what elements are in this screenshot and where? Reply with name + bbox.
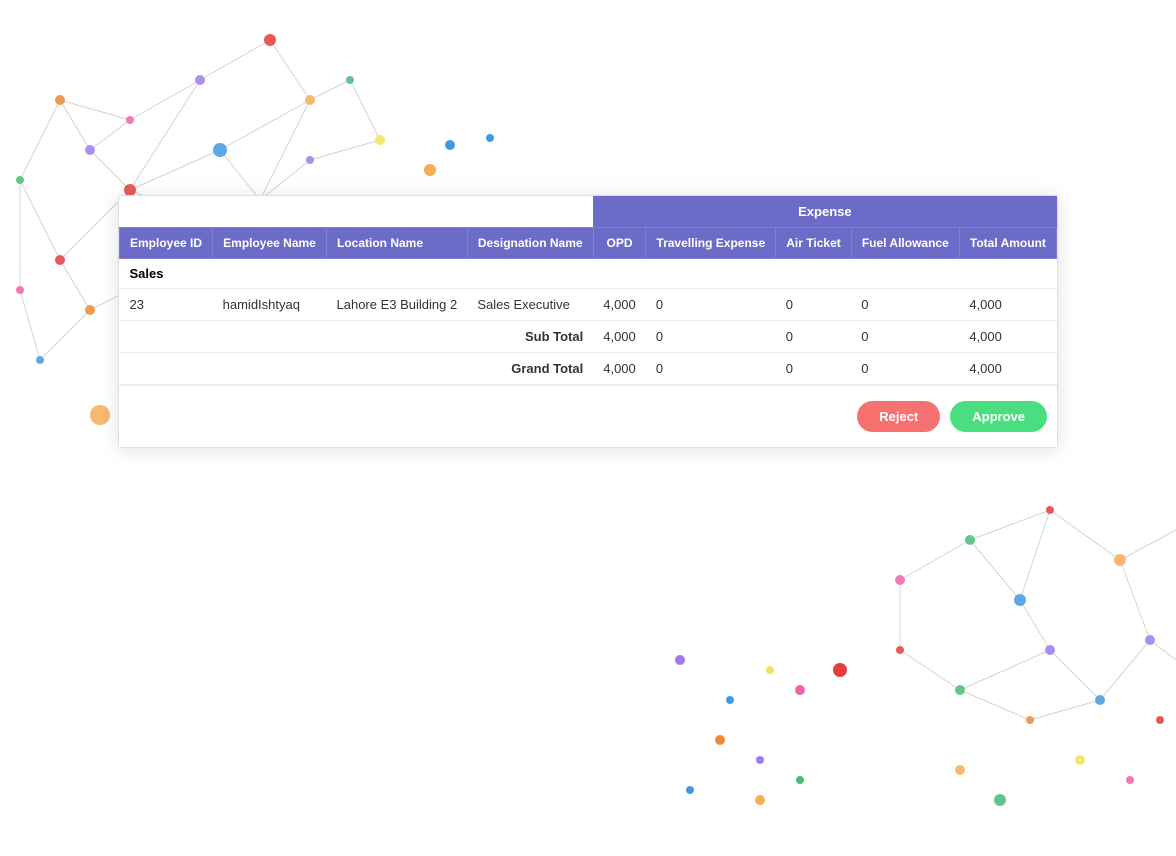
reject-button[interactable]: Reject [857,401,940,432]
col-travelling-expense: Travelling Expense [646,228,776,259]
col-air-ticket: Air Ticket [776,228,852,259]
footer-actions: Reject Approve [119,385,1057,447]
table-header-row1: Expense [120,196,1057,228]
col-opd: OPD [593,228,646,259]
expense-group-header: Expense [593,196,1056,228]
col-location-name: Location Name [327,228,468,259]
approve-button[interactable]: Approve [950,401,1047,432]
col-total-amount: Total Amount [959,228,1056,259]
subtotal-row: Sub Total4,0000004,000 [120,321,1057,353]
grandtotal-row: Grand Total4,0000004,000 [120,353,1057,385]
table-row: 23hamidIshtyaqLahore E3 Building 2Sales … [120,289,1057,321]
col-designation-name: Designation Name [467,228,593,259]
expense-table: Expense Employee ID Employee Name Locati… [119,196,1057,385]
table-header-row2: Employee ID Employee Name Location Name … [120,228,1057,259]
expense-report-card: Expense Employee ID Employee Name Locati… [118,195,1058,448]
col-fuel-allowance: Fuel Allowance [851,228,959,259]
col-employee-name: Employee Name [213,228,327,259]
section-header-row: Sales [120,259,1057,289]
col-employee-id: Employee ID [120,228,213,259]
table-wrapper: Expense Employee ID Employee Name Locati… [119,196,1057,385]
